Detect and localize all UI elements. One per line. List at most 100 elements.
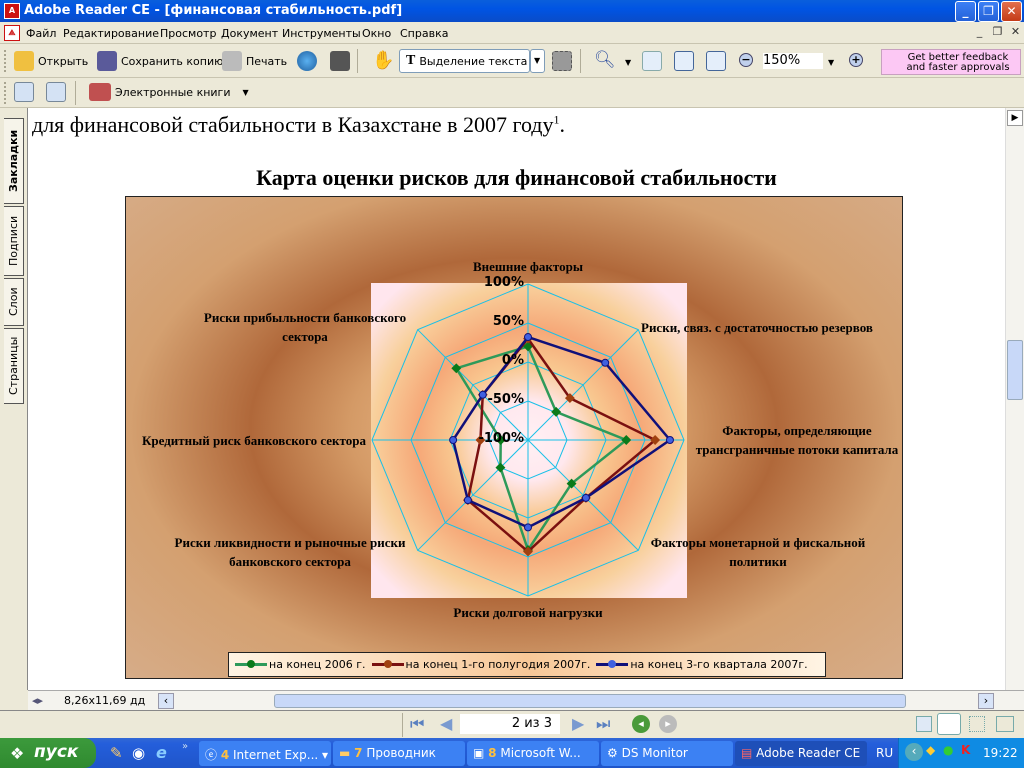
email-globe-icon[interactable]: [297, 51, 317, 71]
tray-network-icon[interactable]: ◆: [926, 743, 935, 757]
fit-width-icon[interactable]: [706, 51, 726, 71]
axis-label-line: Риски прибыльности банковского: [203, 310, 407, 325]
zoom-input[interactable]: 150%: [763, 53, 823, 69]
data-point: [524, 523, 532, 532]
continuous-view-icon[interactable]: [937, 713, 961, 735]
doc-restore-button[interactable]: ❐: [989, 25, 1006, 42]
menu-view[interactable]: Просмотр: [160, 27, 216, 40]
fit-page-icon[interactable]: [674, 51, 694, 71]
menu-window[interactable]: Окно: [362, 27, 391, 40]
toolbar-grip[interactable]: [4, 50, 7, 72]
save-copy-button[interactable]: Сохранить копию: [97, 51, 223, 71]
task-internet-explorer[interactable]: ⓔ 4 Internet Exp... ▾: [199, 741, 331, 766]
axis-label: Риски прибыльности банковского сектора: [105, 308, 505, 346]
tab-pages[interactable]: Страницы: [4, 328, 24, 404]
menu-help[interactable]: Справка: [400, 27, 448, 40]
tick-label: -100%: [478, 431, 524, 446]
axis-label: Риски, связ. с достаточностью резервов: [641, 318, 873, 337]
next-page-button[interactable]: ▶: [572, 714, 584, 733]
last-page-button[interactable]: ⏭: [596, 714, 610, 734]
zoom-tool-dropdown[interactable]: ▼: [625, 58, 631, 67]
task-explorer[interactable]: ▬ 7 Проводник: [333, 741, 465, 766]
first-page-button[interactable]: ⏮: [410, 714, 424, 734]
restore-button[interactable]: ❐: [978, 1, 999, 22]
hand-tool-icon[interactable]: ✋: [372, 50, 394, 71]
tray-messenger-icon[interactable]: ●: [943, 743, 953, 757]
print-label: Печать: [246, 54, 288, 68]
task-count: 7: [354, 746, 363, 760]
start-button[interactable]: ❖ пуск: [0, 738, 96, 768]
tray-antivirus-icon[interactable]: K: [961, 743, 970, 757]
axis-label-line: Риски, связ. с достаточностью резервов: [641, 320, 873, 335]
data-point: [449, 436, 458, 444]
select-tool-dropdown[interactable]: ▼: [530, 49, 545, 73]
zoom-in-tool-icon[interactable]: 🔍︎: [594, 50, 616, 70]
tab-bookmarks[interactable]: Закладки: [4, 118, 24, 204]
previous-page-button[interactable]: ◀: [440, 714, 452, 733]
axis-label: Факторы, определяющие трансграничные пото…: [597, 421, 997, 459]
task-ds-monitor[interactable]: ⚙ DS Monitor: [601, 741, 733, 766]
axis-label-line: Риски ликвидности и рыночные риски: [174, 535, 406, 550]
nav-separator: [402, 713, 403, 737]
status-scroll-bar: ◂▸ 8,26x11,69 дд ‹ ›: [28, 690, 1024, 710]
tick-label: -50%: [487, 392, 524, 407]
axis-label-line: Факторы, определяющие: [722, 423, 872, 438]
secondary-toolbar: Электронные книги ▼: [0, 78, 1024, 108]
single-page-view-icon[interactable]: [916, 716, 932, 732]
task-label: Adobe Reader CE: [756, 746, 861, 760]
toolbar-grip[interactable]: [4, 82, 7, 104]
data-point: [524, 333, 532, 342]
print-button[interactable]: Печать: [222, 51, 287, 71]
close-button[interactable]: ✕: [1001, 1, 1022, 22]
axis-label-line: политики: [729, 554, 787, 569]
scroll-left-button[interactable]: ‹: [158, 693, 174, 709]
task-label: Internet Exp...: [233, 748, 319, 762]
quicklaunch-desktop-icon[interactable]: ◉: [132, 744, 145, 762]
minimize-button[interactable]: _: [955, 1, 976, 22]
task-microsoft-word[interactable]: ▣ 8 Microsoft W...: [467, 741, 599, 766]
zoom-out-button[interactable]: −: [739, 53, 753, 67]
go-back-button[interactable]: ◂: [632, 715, 650, 733]
start-label: пуск: [34, 742, 79, 762]
ebooks-button[interactable]: Электронные книги ▼: [89, 83, 249, 101]
vertical-scroll-thumb[interactable]: [1007, 340, 1023, 400]
snapshot-camera-icon[interactable]: [552, 51, 572, 71]
zoom-dropdown[interactable]: ▼: [828, 58, 834, 67]
tab-layers[interactable]: Слои: [4, 278, 24, 326]
menu-edit[interactable]: Редактирование: [63, 27, 159, 40]
tick-label: 100%: [483, 275, 524, 290]
continuous-facing-icon[interactable]: [969, 716, 985, 732]
promo-button[interactable]: Get better feedback and faster approvals: [881, 49, 1021, 75]
horizontal-scroll-thumb[interactable]: [274, 694, 906, 708]
tray-expand-icon[interactable]: ‹: [905, 743, 923, 761]
page-number-input[interactable]: 2 из 3: [460, 714, 560, 734]
menu-file[interactable]: Файл: [26, 27, 56, 40]
menu-tools[interactable]: Инструменты: [282, 27, 361, 40]
language-indicator[interactable]: RU: [876, 746, 893, 760]
doc-minimize-button[interactable]: _: [971, 25, 988, 42]
select-text-tool[interactable]: T Выделение текста: [399, 49, 530, 73]
text-cursor-icon: T: [406, 53, 416, 68]
rotate-clockwise-icon[interactable]: [14, 82, 34, 102]
rotate-counterclockwise-icon[interactable]: [46, 82, 66, 102]
quicklaunch-app-icon[interactable]: ✎: [110, 744, 123, 762]
scroll-right-button[interactable]: ›: [978, 693, 994, 709]
binoculars-search-icon[interactable]: [330, 51, 350, 71]
task-label: Microsoft W...: [500, 746, 581, 760]
actual-size-page-icon[interactable]: [642, 51, 662, 71]
quicklaunch-more-icon[interactable]: »: [182, 741, 188, 752]
split-handle-icon[interactable]: ◂▸: [32, 694, 43, 707]
menu-document[interactable]: Документ: [221, 27, 278, 40]
task-adobe-reader[interactable]: ▤ Adobe Reader CE: [735, 741, 867, 766]
quicklaunch-ie-icon[interactable]: e: [156, 743, 167, 762]
scroll-right-arrow[interactable]: ▶: [1007, 110, 1023, 126]
go-forward-button[interactable]: ▸: [659, 715, 677, 733]
vertical-scrollbar[interactable]: ▶: [1005, 108, 1024, 690]
title-bar: A Adobe Reader CE - [финансовая стабильн…: [0, 0, 1024, 22]
zoom-in-button[interactable]: +: [849, 53, 863, 67]
document-text-line: для финансовой стабильности в Казахстане…: [32, 112, 565, 138]
doc-close-button[interactable]: ✕: [1007, 25, 1024, 42]
facing-view-icon[interactable]: [996, 716, 1014, 732]
tab-signatures[interactable]: Подписи: [4, 206, 24, 276]
open-button[interactable]: Открыть: [14, 51, 88, 71]
